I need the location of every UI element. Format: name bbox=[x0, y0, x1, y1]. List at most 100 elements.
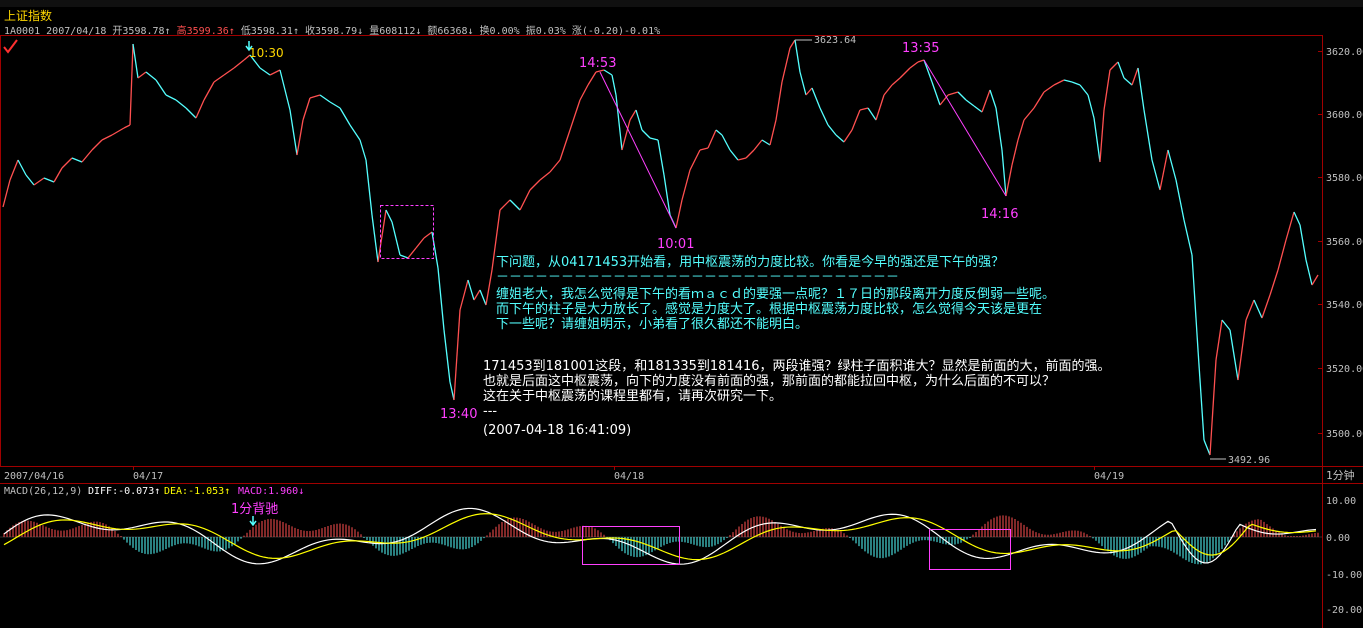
answer-note: 171453到181001这段，和181335到181416，两段谁强？绿柱子面… bbox=[483, 359, 1111, 438]
time-label-1001: 10:01 bbox=[657, 237, 694, 252]
price-segment bbox=[175, 99, 187, 109]
price-tick: 3520.00 bbox=[1326, 364, 1363, 375]
price-segment bbox=[1053, 79, 1065, 86]
price-segment bbox=[17, 159, 27, 176]
price-segment bbox=[145, 71, 157, 81]
price-segment bbox=[459, 279, 469, 311]
price-segment bbox=[1245, 299, 1255, 321]
time-label-1030: 10:30 bbox=[249, 46, 284, 60]
note-line: 这在关于中枢震荡的课程里都有，请再次研究一下。 bbox=[483, 389, 783, 404]
price-segment bbox=[689, 149, 701, 171]
price-segment bbox=[1151, 159, 1161, 191]
macd-histogram bbox=[0, 515, 1322, 565]
price-segment bbox=[101, 134, 113, 141]
price-segment bbox=[339, 107, 351, 126]
price-segment bbox=[203, 81, 215, 101]
note-line: 而下午的柱子是大力放长了。感觉是力度大了。根据中枢震荡力度比较，怎么觉得今天该是… bbox=[496, 302, 1043, 317]
price-tick: 3560.00 bbox=[1326, 237, 1363, 248]
check-icon[interactable] bbox=[3, 39, 18, 54]
price-segment bbox=[33, 177, 45, 186]
price-segment bbox=[377, 209, 387, 263]
price-segment bbox=[185, 107, 197, 119]
price-segment bbox=[629, 109, 637, 121]
price-segment bbox=[569, 99, 581, 131]
price-segment bbox=[1043, 84, 1055, 93]
price-axis: 3620.00 3600.00 3580.00 3560.00 3540.00 … bbox=[1326, 47, 1363, 440]
trend-line-1 bbox=[599, 71, 677, 229]
price-segment bbox=[269, 69, 281, 76]
date-label: 2007/04/16 bbox=[4, 471, 64, 482]
price-tick: 3600.00 bbox=[1326, 110, 1363, 121]
macd-value: MACD:1.960↓ bbox=[238, 486, 304, 497]
price-segment bbox=[61, 157, 73, 169]
price-segment bbox=[9, 159, 19, 181]
price-segment bbox=[43, 177, 55, 183]
price-segment bbox=[279, 69, 291, 111]
price-segment bbox=[1269, 269, 1279, 296]
price-segment bbox=[789, 39, 796, 49]
price-segment bbox=[213, 74, 225, 83]
price-segment bbox=[1215, 319, 1223, 361]
date-label: 04/17 bbox=[133, 471, 163, 482]
price-segment bbox=[1005, 164, 1013, 197]
price-segment bbox=[81, 149, 93, 163]
price-segment bbox=[859, 107, 869, 111]
price-segment bbox=[981, 89, 991, 113]
price-segment bbox=[529, 179, 541, 191]
macd-params: MACD(26,12,9) bbox=[4, 486, 82, 497]
dif-line bbox=[3, 507, 1317, 565]
price-segment bbox=[195, 99, 205, 119]
macd-box-2 bbox=[929, 529, 1011, 570]
price-segment bbox=[155, 79, 167, 96]
price-tick: 3620.00 bbox=[1326, 47, 1363, 58]
price-segment bbox=[1079, 84, 1089, 96]
price-segment bbox=[957, 91, 967, 101]
period-label[interactable]: 1分钟 bbox=[1326, 468, 1355, 482]
price-segment bbox=[365, 159, 373, 216]
price-segment bbox=[449, 381, 455, 401]
macd-tick: 0.00 bbox=[1326, 533, 1350, 544]
note-line: 缠姐老大，我怎么觉得是下午的看ｍａｃｄ的要强一点呢？１７日的那段离开力度反倒弱一… bbox=[496, 287, 1056, 302]
price-segment bbox=[296, 119, 304, 156]
time-label-1453: 14:53 bbox=[579, 56, 616, 71]
price-segment bbox=[891, 77, 901, 86]
price-segment bbox=[649, 137, 659, 141]
price-segment bbox=[437, 267, 445, 331]
macd-panel: MACD(26,12,9) DIFF:-0.073↑ DEA:-1.053↑ M… bbox=[0, 486, 1362, 616]
price-segment bbox=[1011, 139, 1019, 166]
price-segment bbox=[681, 169, 691, 201]
date-axis: 2007/04/16 04/17 04/18 04/19 1分钟 bbox=[4, 468, 1355, 482]
price-segment bbox=[805, 87, 813, 96]
price-segment bbox=[539, 171, 551, 181]
time-label-1416: 14:16 bbox=[981, 207, 1018, 222]
price-segment bbox=[1261, 294, 1271, 319]
price-segment bbox=[91, 139, 103, 151]
price-segment bbox=[917, 59, 925, 63]
price-segment bbox=[1209, 359, 1217, 456]
note-line: 也就是后面这中枢震荡，向下的力度没有前面的强，那前面的都能拉回中枢，为什么后面的… bbox=[483, 374, 1056, 389]
price-segment bbox=[615, 94, 623, 151]
divergence-note: 1分背驰 bbox=[231, 502, 278, 517]
price-segment bbox=[883, 84, 893, 96]
price-segment bbox=[71, 157, 83, 163]
price-segment bbox=[611, 74, 617, 96]
note-dashes: －－－－－－－－－－－－－－－－－－－－－－－－－－－－－－－ bbox=[496, 270, 900, 285]
price-segment bbox=[431, 231, 439, 269]
price-axis-ticks bbox=[1318, 51, 1322, 434]
price-segment bbox=[1137, 67, 1145, 111]
price-segment bbox=[851, 109, 861, 131]
price-segment bbox=[1023, 107, 1035, 121]
price-segment bbox=[359, 139, 367, 161]
price-segment bbox=[485, 269, 493, 306]
price-segment bbox=[1099, 109, 1105, 163]
price-segment bbox=[519, 189, 531, 211]
price-segment bbox=[1285, 211, 1295, 241]
price-segment bbox=[761, 139, 771, 146]
price-segment bbox=[995, 107, 1003, 151]
price-tick: 3580.00 bbox=[1326, 173, 1363, 184]
price-segment bbox=[309, 94, 321, 99]
price-segment bbox=[775, 81, 783, 121]
price-segment bbox=[1131, 67, 1139, 86]
price-segment bbox=[509, 199, 521, 211]
price-segment bbox=[989, 89, 997, 109]
